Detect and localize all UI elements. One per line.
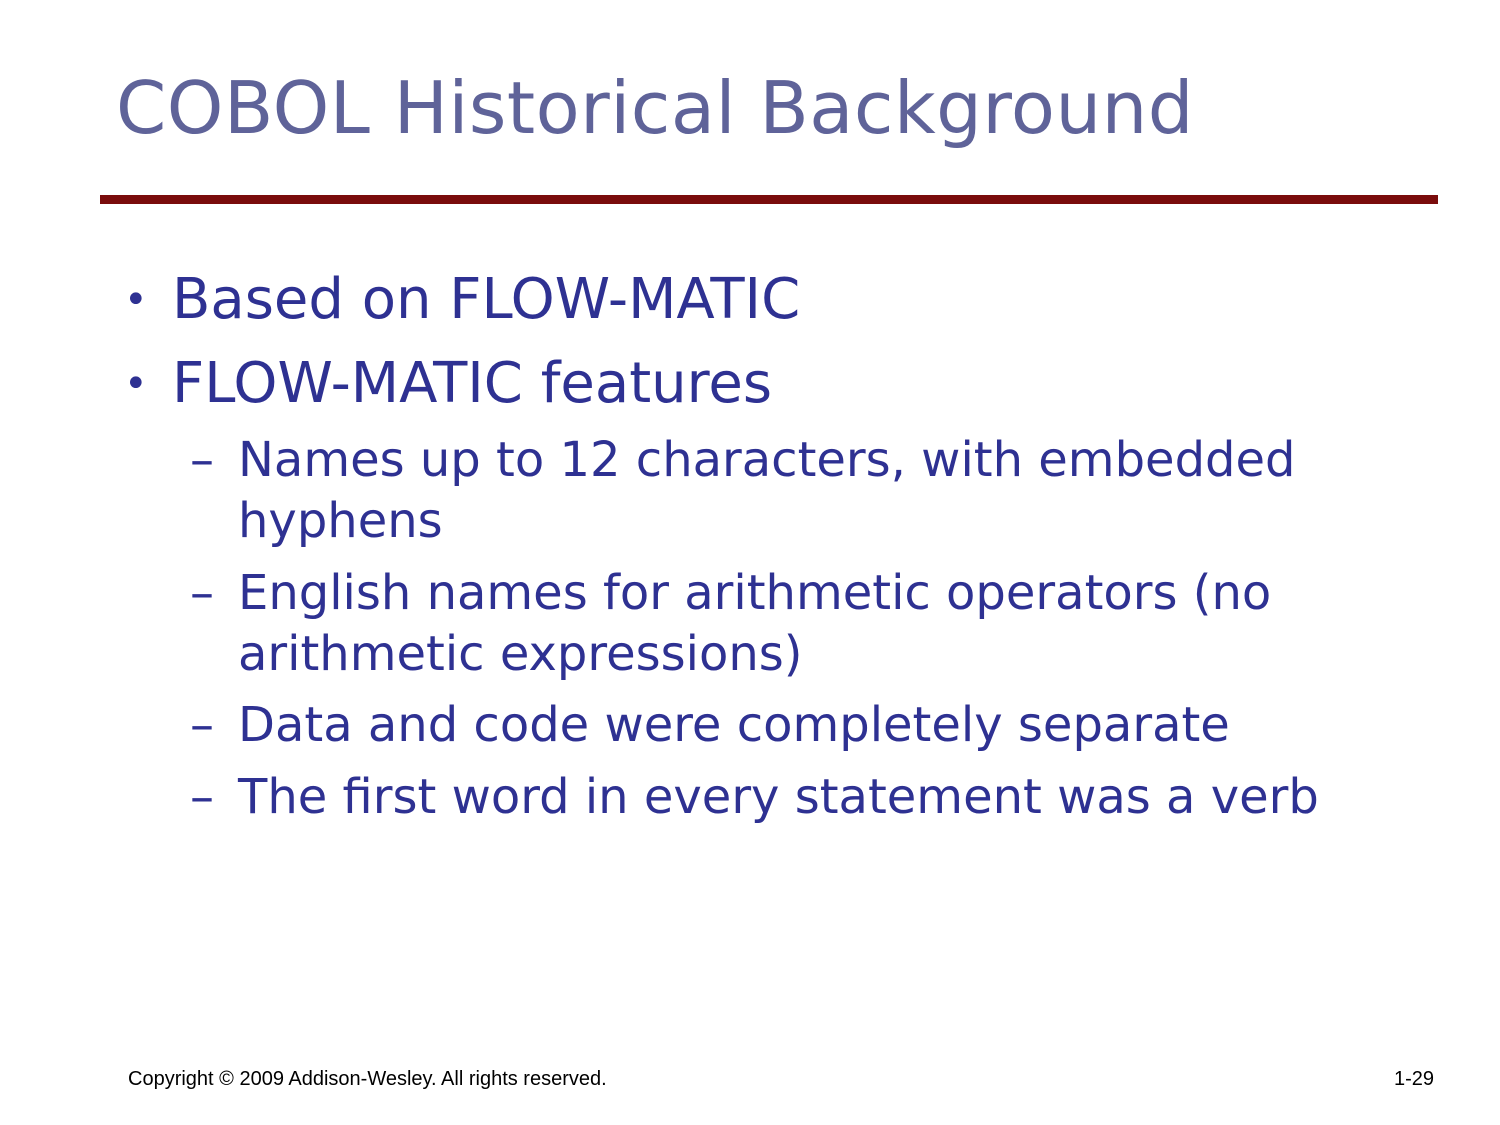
sub-bullet-text: Names up to 12 characters, with embedded… (238, 432, 1296, 549)
slide-title: COBOL Historical Background (116, 66, 1194, 150)
sub-bullet-text: English names for arithmetic operators (… (238, 565, 1272, 682)
sub-bullet-marker: – (190, 432, 214, 488)
sub-bullet-marker: – (190, 697, 214, 753)
sub-bullet-marker: – (190, 565, 214, 621)
copyright-notice: Copyright © 2009 Addison-Wesley. All rig… (128, 1068, 607, 1090)
sub-bullet-text: The first word in every statement was a … (238, 769, 1319, 825)
sub-bullet-text: Data and code were completely separate (238, 697, 1230, 753)
bullet-marker: • (124, 277, 148, 323)
slide: COBOL Historical Background • Based on F… (0, 0, 1500, 1125)
page-number: 1-29 (1394, 1068, 1435, 1090)
bullet-text: FLOW-MATIC features (172, 351, 773, 416)
bullet-text: Based on FLOW-MATIC (172, 267, 801, 332)
bullet-marker: • (124, 361, 148, 407)
title-divider (100, 195, 1438, 204)
sub-bullet-marker: – (190, 769, 214, 825)
